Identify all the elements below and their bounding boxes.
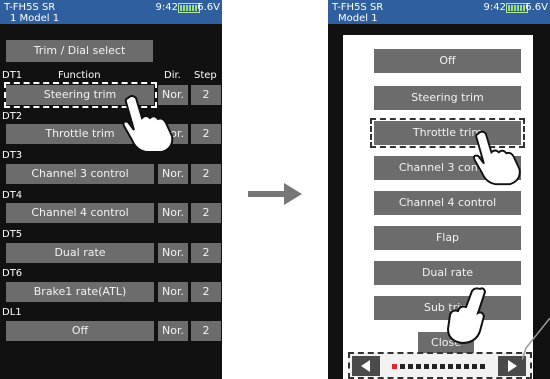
option-dual-rate[interactable]: Dual rate bbox=[374, 261, 521, 285]
function-button-channel-3[interactable]: Channel 3 control bbox=[6, 164, 154, 184]
pointing-hand-icon bbox=[473, 130, 521, 186]
option-off[interactable]: Off bbox=[374, 49, 521, 73]
dir-button[interactable]: Nor. bbox=[158, 164, 188, 184]
clock: 9:42 bbox=[155, 2, 178, 13]
step-button[interactable]: 2 bbox=[191, 282, 221, 302]
page-bar-highlight bbox=[348, 352, 532, 379]
step-button[interactable]: 2 bbox=[191, 203, 221, 223]
status-header: T-FH5S SR 9:42 6.6V 1 Model 1 bbox=[0, 0, 222, 24]
dir-button[interactable]: Nor. bbox=[158, 282, 188, 302]
row-id-label: DT3 bbox=[2, 150, 23, 161]
left-screen: T-FH5S SR 9:42 6.6V 1 Model 1 Trim / Dia… bbox=[0, 0, 222, 379]
row-id-label: DT6 bbox=[2, 268, 23, 279]
callout-line bbox=[522, 318, 550, 360]
step-button[interactable]: 2 bbox=[191, 164, 221, 184]
dir-button[interactable]: Nor. bbox=[158, 203, 188, 223]
function-button-dual-rate[interactable]: Dual rate bbox=[6, 243, 154, 263]
row-id-label: DT5 bbox=[2, 229, 23, 240]
row-id-label: DT2 bbox=[2, 111, 23, 122]
step-button[interactable]: 2 bbox=[191, 85, 221, 105]
right-arrow-icon bbox=[248, 183, 302, 205]
dir-button[interactable]: Nor. bbox=[158, 243, 188, 263]
column-step: Step bbox=[194, 70, 217, 81]
model-name: 1 Model 1 bbox=[10, 13, 60, 24]
function-button-off[interactable]: Off bbox=[6, 321, 154, 341]
clock: 9:42 bbox=[483, 2, 506, 13]
function-button-brake1-rate[interactable]: Brake1 rate(ATL) bbox=[6, 282, 154, 302]
row-id-label: DL1 bbox=[2, 307, 22, 318]
option-steering-trim[interactable]: Steering trim bbox=[374, 86, 521, 110]
pointing-hand-icon bbox=[122, 95, 174, 153]
battery-voltage: 6.6V bbox=[197, 2, 220, 13]
step-button[interactable]: 2 bbox=[191, 321, 221, 341]
step-button[interactable]: 2 bbox=[191, 243, 221, 263]
dir-button[interactable]: Nor. bbox=[158, 321, 188, 341]
model-name: Model 1 bbox=[338, 13, 378, 24]
column-function: Function bbox=[58, 70, 101, 81]
row-id-label: DT1 bbox=[2, 70, 23, 81]
trim-dial-select-title[interactable]: Trim / Dial select bbox=[6, 40, 153, 62]
option-channel-4-control[interactable]: Channel 4 control bbox=[374, 191, 521, 215]
step-button[interactable]: 2 bbox=[191, 124, 221, 144]
battery-voltage: 6.6V bbox=[525, 2, 548, 13]
right-screen: T-FH5S SR 9:42 6.6V Model 1 Off Steering… bbox=[328, 0, 550, 379]
row-id-label: DT4 bbox=[2, 190, 23, 201]
column-direction: Dir. bbox=[164, 70, 181, 81]
option-flap[interactable]: Flap bbox=[374, 226, 521, 250]
status-header: T-FH5S SR 9:42 6.6V Model 1 bbox=[328, 0, 550, 24]
function-button-channel-4[interactable]: Channel 4 control bbox=[6, 203, 154, 223]
pointing-hand-icon bbox=[446, 287, 487, 345]
